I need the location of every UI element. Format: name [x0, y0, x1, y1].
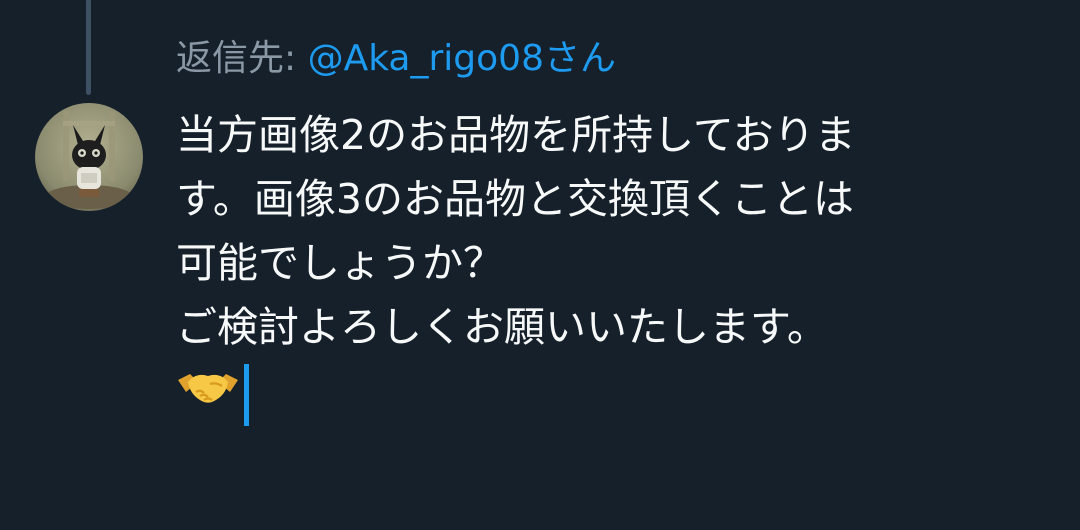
tweet-text-line: ご検討よろしくお願いいたします。	[176, 303, 828, 351]
tweet-text-line: 可能でしょうか？	[176, 239, 504, 287]
tweet-text-line: 当方画像2のお品物を所持しておりま	[176, 111, 856, 159]
reply-to-label: 返信先: @Aka_rigo08さん	[176, 34, 616, 84]
tweet-text-line: す。画像3のお品物と交換頂くことは	[176, 175, 854, 223]
reply-composer: 返信先: @Aka_rigo08さん 当方画像2のお品物を所持しておりま す。画…	[0, 0, 1080, 530]
tweet-text-input[interactable]: 当方画像2のお品物を所持しておりま す。画像3のお品物と交換頂くことは 可能でし…	[176, 103, 1056, 427]
thread-connector-line	[86, 0, 91, 95]
text-cursor	[244, 364, 249, 426]
avatar-image	[35, 103, 143, 211]
reply-to-handle-link[interactable]: @Aka_rigo08さん	[308, 38, 616, 79]
handshake-icon	[176, 362, 240, 428]
emoji-row	[176, 363, 1056, 427]
avatar[interactable]	[35, 103, 143, 211]
reply-to-prefix: 返信先:	[176, 38, 308, 79]
